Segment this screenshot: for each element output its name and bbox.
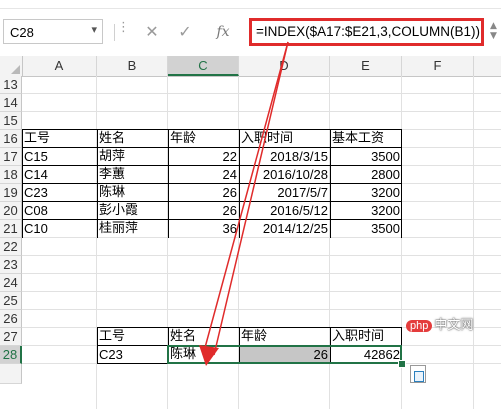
gridline: [22, 111, 501, 112]
table-header-cell[interactable]: 姓名: [168, 328, 239, 346]
fill-handle[interactable]: [398, 360, 406, 368]
row-header-28[interactable]: 28: [0, 346, 22, 364]
table-cell[interactable]: 彭小霞: [97, 202, 168, 220]
column-header-partial[interactable]: [474, 56, 501, 76]
table-header-cell[interactable]: 基本工资: [330, 130, 402, 148]
table-header-cell[interactable]: 工号: [97, 328, 168, 346]
table-cell[interactable]: 24: [168, 166, 239, 184]
gridline: [22, 291, 501, 292]
row-header-24[interactable]: 24: [0, 274, 22, 292]
table-cell[interactable]: 3500: [330, 148, 402, 166]
row-header-20[interactable]: 20: [0, 202, 22, 220]
row-header-16[interactable]: 16: [0, 130, 22, 148]
ribbon-edge: [0, 0, 501, 9]
select-all-corner[interactable]: [0, 56, 23, 76]
gridline: [22, 273, 501, 274]
spreadsheet-grid[interactable]: ABCDEF 13 14 15 16 17 18 19 20 21 22 23 24 25 26 27 28 工…: [0, 56, 501, 409]
gridline: [22, 255, 501, 256]
check-icon[interactable]: ✓: [172, 19, 198, 45]
column-header-c[interactable]: C: [168, 56, 239, 76]
column-header-b[interactable]: B: [97, 56, 168, 76]
table-cell[interactable]: 李蕙: [97, 166, 168, 184]
table-header-cell[interactable]: 入职时间: [239, 130, 330, 148]
formula-input[interactable]: =INDEX($A17:$E21,3,COLUMN(B1)): [249, 18, 484, 46]
divider: [114, 24, 115, 41]
table-cell[interactable]: 2018/3/15: [239, 148, 330, 166]
row-header-27[interactable]: 27: [0, 328, 22, 346]
selection-range[interactable]: [167, 345, 402, 364]
table-cell[interactable]: C23: [22, 184, 97, 202]
row-header-26[interactable]: 26: [0, 310, 22, 328]
watermark-text: 中文网: [434, 318, 474, 333]
table-cell[interactable]: 2016/5/12: [239, 202, 330, 220]
table-cell[interactable]: 胡萍: [97, 148, 168, 166]
table-cell[interactable]: 陈琳: [97, 184, 168, 202]
table-cell[interactable]: 2017/5/7: [239, 184, 330, 202]
table-cell[interactable]: 2014/12/25: [239, 220, 330, 238]
name-box[interactable]: C28 ▾: [3, 19, 103, 44]
column-header-f[interactable]: F: [402, 56, 474, 76]
column-header-d[interactable]: D: [239, 56, 330, 76]
table-header-cell[interactable]: 年龄: [239, 328, 330, 346]
table-cell[interactable]: C23: [97, 346, 168, 364]
table-cell[interactable]: C15: [22, 148, 97, 166]
column-header-a[interactable]: A: [22, 56, 97, 76]
formula-text: =INDEX($A17:$E21,3,COLUMN(B1)): [256, 24, 480, 39]
row-header-14[interactable]: 14: [0, 94, 22, 112]
row-header-partial[interactable]: [0, 364, 22, 384]
formula-bar: C28 ▾ ⋮ ✕ ✓ fx =INDEX($A17:$E21,3,COLUMN…: [0, 9, 501, 57]
table-cell[interactable]: 桂丽萍: [97, 220, 168, 238]
table-cell[interactable]: C14: [22, 166, 97, 184]
gridline: [473, 76, 474, 409]
table-header-cell[interactable]: 年龄: [168, 130, 239, 148]
table-cell[interactable]: 3200: [330, 184, 402, 202]
table-header-cell[interactable]: 工号: [22, 130, 97, 148]
close-icon[interactable]: ✕: [139, 19, 165, 45]
table-cell[interactable]: 3500: [330, 220, 402, 238]
row-header-13[interactable]: 13: [0, 76, 22, 94]
table-header-cell[interactable]: 姓名: [97, 130, 168, 148]
table-cell[interactable]: 2016/10/28: [239, 166, 330, 184]
drag-handle-icon[interactable]: ⋮: [117, 20, 130, 35]
gridline: [22, 93, 501, 94]
row-header-17[interactable]: 17: [0, 148, 22, 166]
row-header-25[interactable]: 25: [0, 292, 22, 310]
watermark: php 中文网: [406, 314, 473, 333]
table-cell[interactable]: C08: [22, 202, 97, 220]
table-cell[interactable]: 26: [168, 202, 239, 220]
table-cell[interactable]: 22: [168, 148, 239, 166]
column-header-e[interactable]: E: [330, 56, 402, 76]
row-header-23[interactable]: 23: [0, 256, 22, 274]
row-header-21[interactable]: 21: [0, 220, 22, 238]
chevron-down-icon[interactable]: ▾: [91, 23, 97, 36]
column-header-row: ABCDEF: [0, 56, 501, 77]
table-cell[interactable]: 36: [168, 220, 239, 238]
table-cell[interactable]: 2800: [330, 166, 402, 184]
row-header-19[interactable]: 19: [0, 184, 22, 202]
name-box-value: C28: [10, 25, 34, 40]
paste-options-icon[interactable]: [410, 365, 426, 383]
table-cell[interactable]: C10: [22, 220, 97, 238]
gridline: [22, 309, 501, 310]
row-header-22[interactable]: 22: [0, 238, 22, 256]
row-header-18[interactable]: 18: [0, 166, 22, 184]
formula-bar-expand-icon[interactable]: ▲ ▼: [489, 21, 498, 43]
row-header-15[interactable]: 15: [0, 112, 22, 130]
watermark-badge: php: [406, 320, 433, 332]
fx-icon[interactable]: fx: [210, 19, 236, 45]
table-cell[interactable]: 26: [168, 184, 239, 202]
table-header-cell[interactable]: 入职时间: [330, 328, 402, 346]
table-cell[interactable]: 3200: [330, 202, 402, 220]
